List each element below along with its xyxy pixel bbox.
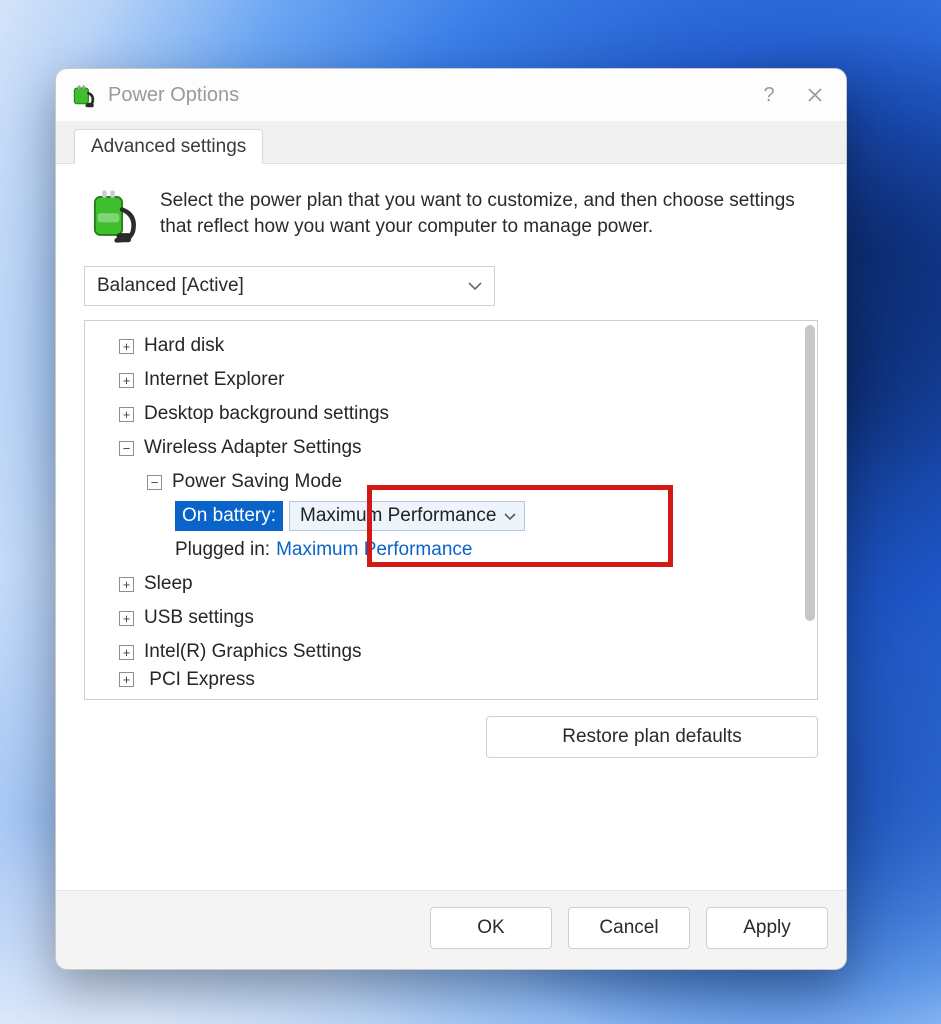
- chevron-down-icon: [504, 512, 516, 521]
- plugged-in-value[interactable]: Maximum Performance: [276, 539, 472, 561]
- tree-label: Wireless Adapter Settings: [144, 437, 362, 459]
- expand-icon[interactable]: +: [119, 672, 134, 687]
- expand-icon[interactable]: +: [119, 611, 134, 626]
- tree-node-power-saving-mode[interactable]: − Power Saving Mode: [91, 465, 793, 499]
- power-options-icon: [70, 81, 98, 109]
- tree-scrollbar[interactable]: [805, 325, 815, 695]
- tree-node-hard-disk[interactable]: + Hard disk: [91, 329, 793, 363]
- tree-node-on-battery[interactable]: On battery: Maximum Performance: [91, 499, 793, 533]
- expand-icon[interactable]: +: [119, 577, 134, 592]
- collapse-icon[interactable]: −: [147, 475, 162, 490]
- tree-label: Hard disk: [144, 335, 224, 357]
- tree-label: Desktop background settings: [144, 403, 389, 425]
- expand-icon[interactable]: +: [119, 645, 134, 660]
- tree-label: USB settings: [144, 607, 254, 629]
- help-button[interactable]: ?: [746, 72, 792, 118]
- tree-node-desktop-background[interactable]: + Desktop background settings: [91, 397, 793, 431]
- scrollbar-thumb[interactable]: [805, 325, 815, 621]
- plan-selected-value: Balanced [Active]: [97, 275, 244, 297]
- power-options-dialog: Power Options ? Advanced settings Select…: [55, 68, 847, 970]
- window-title: Power Options: [108, 84, 239, 107]
- expand-icon[interactable]: +: [119, 339, 134, 354]
- tree-node-plugged-in[interactable]: Plugged in: Maximum Performance: [91, 533, 793, 567]
- tree-node-wireless-adapter[interactable]: − Wireless Adapter Settings: [91, 431, 793, 465]
- titlebar: Power Options ?: [56, 69, 846, 121]
- tree-label: Internet Explorer: [144, 369, 284, 391]
- collapse-icon[interactable]: −: [119, 441, 134, 456]
- settings-tree: + Hard disk + Internet Explorer + Deskto…: [84, 320, 818, 700]
- chevron-down-icon: [468, 281, 482, 291]
- on-battery-label: On battery:: [175, 501, 283, 531]
- tree-label: Power Saving Mode: [172, 471, 342, 493]
- expand-icon[interactable]: +: [119, 407, 134, 422]
- intro-description: Select the power plan that you want to c…: [160, 186, 818, 244]
- on-battery-value: Maximum Performance: [300, 505, 496, 527]
- tree-node-internet-explorer[interactable]: + Internet Explorer: [91, 363, 793, 397]
- cancel-button[interactable]: Cancel: [568, 907, 690, 949]
- tree-node-pci-express[interactable]: + PCI Express: [91, 669, 793, 697]
- ok-button[interactable]: OK: [430, 907, 552, 949]
- tree-label: Sleep: [144, 573, 193, 595]
- tree-node-intel-graphics[interactable]: + Intel(R) Graphics Settings: [91, 635, 793, 669]
- tabstrip: Advanced settings: [56, 121, 846, 164]
- tree-label: Intel(R) Graphics Settings: [144, 641, 362, 663]
- content-area: Select the power plan that you want to c…: [56, 164, 846, 890]
- expand-icon[interactable]: +: [119, 373, 134, 388]
- power-plan-select[interactable]: Balanced [Active]: [84, 266, 495, 306]
- tab-advanced-settings[interactable]: Advanced settings: [74, 129, 263, 164]
- dialog-footer: OK Cancel Apply: [56, 890, 846, 969]
- on-battery-value-select[interactable]: Maximum Performance: [289, 501, 525, 531]
- tree-label: PCI Express: [149, 669, 255, 690]
- battery-plug-icon: [84, 186, 142, 244]
- intro-row: Select the power plan that you want to c…: [84, 186, 818, 244]
- tree-node-usb-settings[interactable]: + USB settings: [91, 601, 793, 635]
- tree-node-sleep[interactable]: + Sleep: [91, 567, 793, 601]
- apply-button[interactable]: Apply: [706, 907, 828, 949]
- close-button[interactable]: [792, 72, 838, 118]
- restore-plan-defaults-button[interactable]: Restore plan defaults: [486, 716, 818, 758]
- plugged-in-label: Plugged in:: [175, 539, 270, 561]
